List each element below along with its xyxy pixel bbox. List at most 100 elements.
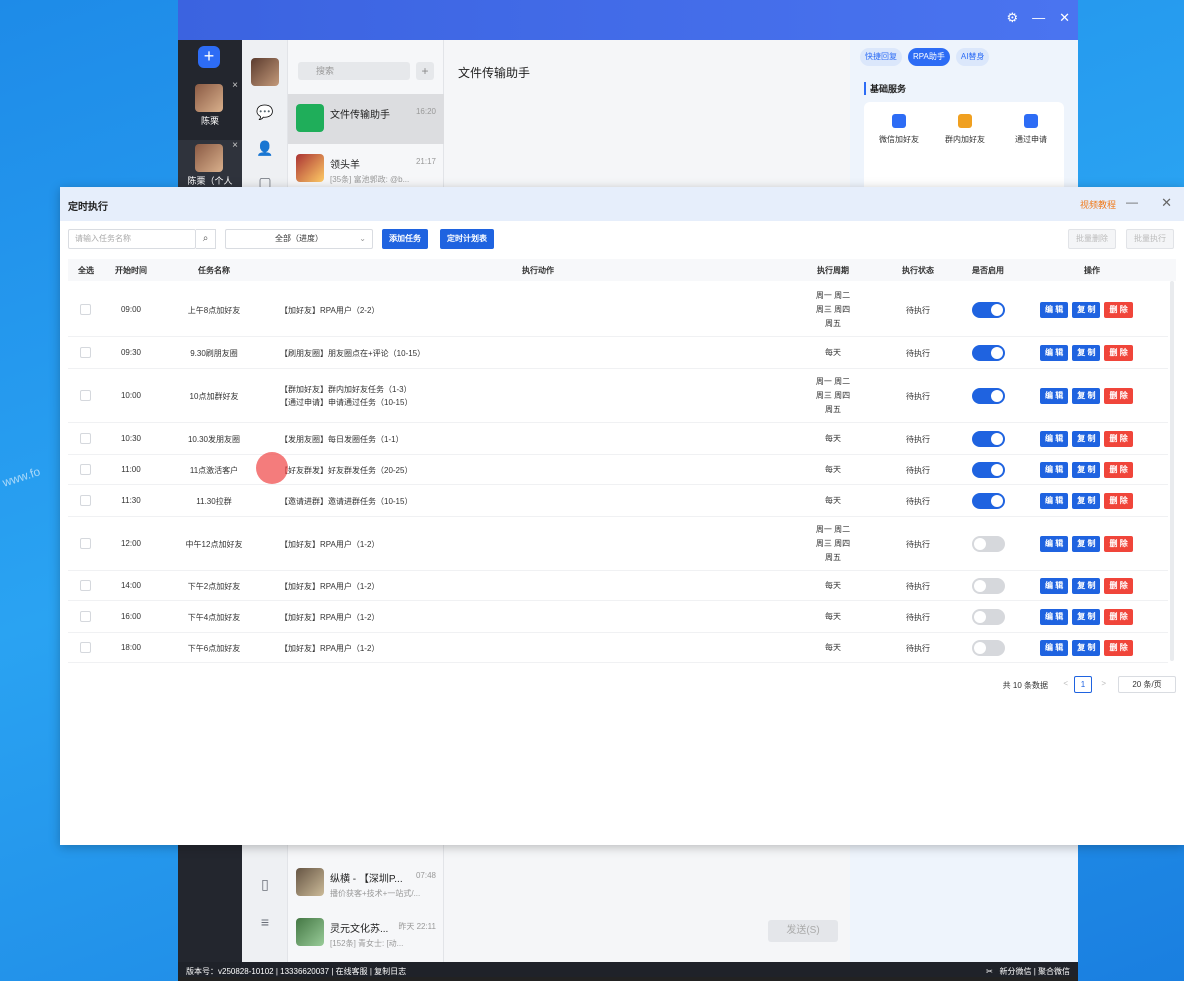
copy-button[interactable]: 复 制 — [1072, 493, 1101, 509]
video-tutorial-link[interactable]: 视频教程 — [1080, 198, 1116, 211]
edit-button[interactable]: 编 辑 — [1040, 345, 1069, 361]
page-size-select[interactable]: 20 条/页 — [1118, 676, 1176, 693]
enable-toggle[interactable] — [972, 431, 1005, 447]
schedule-table-button[interactable]: 定时计划表 — [440, 229, 494, 249]
delete-button[interactable]: 删 除 — [1104, 536, 1133, 552]
delete-button[interactable]: 删 除 — [1104, 462, 1133, 478]
edit-button[interactable]: 编 辑 — [1040, 462, 1069, 478]
enable-toggle[interactable] — [972, 609, 1005, 625]
edit-button[interactable]: 编 辑 — [1040, 578, 1069, 594]
copy-button[interactable]: 复 制 — [1072, 578, 1101, 594]
add-button[interactable]: + — [416, 62, 434, 80]
close-icon[interactable]: × — [232, 80, 238, 91]
batch-execute-button[interactable]: 批量执行 — [1126, 229, 1174, 249]
split-wechat-link[interactable]: 新分微信 — [999, 967, 1031, 976]
copy-button[interactable]: 复 制 — [1072, 388, 1101, 404]
enable-toggle[interactable] — [972, 388, 1005, 404]
minimize-icon[interactable]: — — [1126, 195, 1138, 209]
rail-account[interactable]: × 陈栗（个人 — [178, 140, 242, 188]
copy-button[interactable]: 复 制 — [1072, 431, 1101, 447]
scheduled-execution-dialog: 定时执行 视频教程 — ✕ 请输入任务名称 ⌕ 全部（进度） ⌄ 添加任务 定时… — [60, 187, 1184, 845]
tab-quick-reply[interactable]: 快捷回复 — [860, 48, 902, 66]
row-checkbox[interactable] — [80, 390, 91, 401]
close-icon[interactable]: × — [232, 140, 238, 151]
copy-button[interactable]: 复 制 — [1072, 609, 1101, 625]
edit-button[interactable]: 编 辑 — [1040, 536, 1069, 552]
delete-button[interactable]: 删 除 — [1104, 493, 1133, 509]
close-icon[interactable]: ✕ — [1059, 10, 1070, 26]
list-item[interactable]: 纵横 - 【深圳P... 07:48 播价获客+技术+一站式/... — [288, 858, 444, 908]
row-checkbox[interactable] — [80, 433, 91, 444]
delete-button[interactable]: 删 除 — [1104, 609, 1133, 625]
edit-button[interactable]: 编 辑 — [1040, 493, 1069, 509]
select-all[interactable]: 全选 — [68, 265, 104, 276]
add-account-button[interactable]: + — [198, 46, 220, 68]
task-search-input[interactable]: 请输入任务名称 — [68, 229, 196, 249]
settings-icon[interactable]: ⚙ — [1006, 10, 1018, 26]
minimize-icon[interactable]: — — [1032, 10, 1045, 26]
delete-button[interactable]: 删 除 — [1104, 578, 1133, 594]
search-icon[interactable]: ⌕ — [196, 229, 216, 249]
edit-button[interactable]: 编 辑 — [1040, 640, 1069, 656]
execute-action: 【加好友】RPA用户（1-2） — [280, 539, 380, 549]
row-checkbox[interactable] — [80, 611, 91, 622]
contacts-icon[interactable]: 👤 — [256, 140, 274, 158]
enable-toggle[interactable] — [972, 578, 1005, 594]
scrollbar[interactable] — [1170, 281, 1174, 661]
execute-period: 周五 — [825, 319, 841, 328]
enable-toggle[interactable] — [972, 462, 1005, 478]
edit-button[interactable]: 编 辑 — [1040, 609, 1069, 625]
status-badge: 待执行 — [906, 582, 930, 591]
next-page-icon[interactable]: > — [1101, 679, 1106, 688]
enable-toggle[interactable] — [972, 536, 1005, 552]
online-service-link[interactable]: 在线客服 — [336, 967, 368, 976]
delete-button[interactable]: 删 除 — [1104, 431, 1133, 447]
delete-button[interactable]: 删 除 — [1104, 302, 1133, 318]
copy-button[interactable]: 复 制 — [1072, 345, 1101, 361]
copy-log-link[interactable]: 复制日志 — [374, 967, 406, 976]
prev-page-icon[interactable]: < — [1063, 679, 1068, 688]
service-approve[interactable]: 通过申请 — [998, 114, 1064, 145]
copy-button[interactable]: 复 制 — [1072, 462, 1101, 478]
batch-delete-button[interactable]: 批量删除 — [1068, 229, 1116, 249]
rail-account[interactable]: × 陈栗 — [178, 80, 242, 128]
copy-button[interactable]: 复 制 — [1072, 536, 1101, 552]
edit-button[interactable]: 编 辑 — [1040, 388, 1069, 404]
add-task-button[interactable]: 添加任务 — [382, 229, 428, 249]
search-input[interactable]: 搜索 — [298, 62, 410, 80]
row-checkbox[interactable] — [80, 538, 91, 549]
close-icon[interactable]: ✕ — [1161, 195, 1172, 211]
phone-icon[interactable]: ▯ — [256, 876, 274, 894]
row-checkbox[interactable] — [80, 642, 91, 653]
row-checkbox[interactable] — [80, 495, 91, 506]
enable-toggle[interactable] — [972, 302, 1005, 318]
row-checkbox[interactable] — [80, 347, 91, 358]
enable-toggle[interactable] — [972, 345, 1005, 361]
edit-button[interactable]: 编 辑 — [1040, 302, 1069, 318]
list-item[interactable]: 灵元文化苏... 昨天 22:11 [152条] 青女士: [动... — [288, 908, 444, 958]
avatar[interactable] — [251, 58, 279, 86]
row-checkbox[interactable] — [80, 464, 91, 475]
delete-button[interactable]: 删 除 — [1104, 345, 1133, 361]
menu-icon[interactable]: ≡ — [256, 914, 274, 932]
page-1-button[interactable]: 1 — [1074, 676, 1092, 693]
row-checkbox[interactable] — [80, 580, 91, 591]
copy-button[interactable]: 复 制 — [1072, 302, 1101, 318]
progress-filter-select[interactable]: 全部（进度） ⌄ — [225, 229, 373, 249]
service-add-friend[interactable]: 微信加好友 — [866, 114, 932, 145]
delete-button[interactable]: 删 除 — [1104, 388, 1133, 404]
service-group-add[interactable]: 群内加好友 — [932, 114, 998, 145]
tab-ai[interactable]: AI替身 — [955, 48, 990, 66]
row-checkbox[interactable] — [80, 304, 91, 315]
aggregate-wechat-link[interactable]: 聚合微信 — [1038, 967, 1070, 976]
list-item[interactable]: 文件传输助手 16:20 — [288, 94, 444, 144]
enable-toggle[interactable] — [972, 493, 1005, 509]
enable-toggle[interactable] — [972, 640, 1005, 656]
send-button[interactable]: 发送(S) — [768, 920, 838, 942]
edit-button[interactable]: 编 辑 — [1040, 431, 1069, 447]
copy-button[interactable]: 复 制 — [1072, 640, 1101, 656]
tab-rpa[interactable]: RPA助手 — [908, 48, 950, 66]
chat-icon[interactable]: 💬 — [256, 104, 274, 122]
scissors-icon[interactable]: ✂ — [986, 967, 993, 976]
delete-button[interactable]: 删 除 — [1104, 640, 1133, 656]
